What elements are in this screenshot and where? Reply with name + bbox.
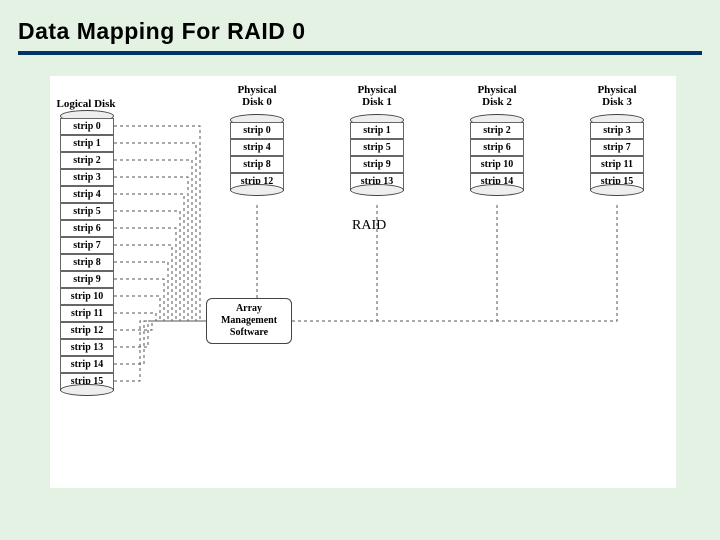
logical-strip-cell: strip 6 [60,220,114,237]
physical-strip-cell: strip 5 [350,139,404,156]
physical-disk-bottom-ellipse [470,184,524,196]
logical-strip-cell: strip 12 [60,322,114,339]
logical-strip-cell: strip 5 [60,203,114,220]
physical-strip-cell: strip 1 [350,122,404,139]
physical-strip-cell: strip 9 [350,156,404,173]
logical-strip-cell: strip 8 [60,254,114,271]
physical-strip-cell: strip 2 [470,122,524,139]
logical-strip-cell: strip 9 [60,271,114,288]
logical-strip-cell: strip 14 [60,356,114,373]
diagram-canvas: Logical Disk strip 0strip 1strip 2strip … [50,76,676,488]
array-management-software-box: Array Management Software [206,298,292,344]
physical-disk-2-label: Physical Disk 2 [467,84,527,108]
logical-strip-cell: strip 0 [60,118,114,135]
physical-disk-bottom-ellipse [230,184,284,196]
title-bar: Data Mapping For RAID 0 [18,18,702,55]
physical-disk-0-label: Physical Disk 0 [227,84,287,108]
logical-disk-label: Logical Disk [56,98,116,110]
title-underline [18,51,702,55]
physical-disk-1-label: Physical Disk 1 [347,84,407,108]
physical-disk-bottom-ellipse [350,184,404,196]
logical-strip-cell: strip 2 [60,152,114,169]
logical-disk-bottom-ellipse [60,384,114,396]
physical-strip-cell: strip 3 [590,122,644,139]
logical-strip-cell: strip 10 [60,288,114,305]
physical-strip-cell: strip 11 [590,156,644,173]
physical-disk-3-label: Physical Disk 3 [587,84,647,108]
ams-label: Array Management Software [207,303,291,339]
physical-strip-cell: strip 6 [470,139,524,156]
page-title: Data Mapping For RAID 0 [18,18,702,45]
physical-strip-cell: strip 4 [230,139,284,156]
physical-strip-cell: strip 0 [230,122,284,139]
logical-strip-cell: strip 11 [60,305,114,322]
logical-strip-cell: strip 13 [60,339,114,356]
logical-strip-cell: strip 7 [60,237,114,254]
physical-strip-cell: strip 8 [230,156,284,173]
raid-floating-label: RAID [352,218,386,234]
logical-strip-cell: strip 4 [60,186,114,203]
physical-strip-cell: strip 7 [590,139,644,156]
physical-strip-cell: strip 10 [470,156,524,173]
physical-disk-bottom-ellipse [590,184,644,196]
logical-strip-cell: strip 3 [60,169,114,186]
logical-strip-cell: strip 1 [60,135,114,152]
